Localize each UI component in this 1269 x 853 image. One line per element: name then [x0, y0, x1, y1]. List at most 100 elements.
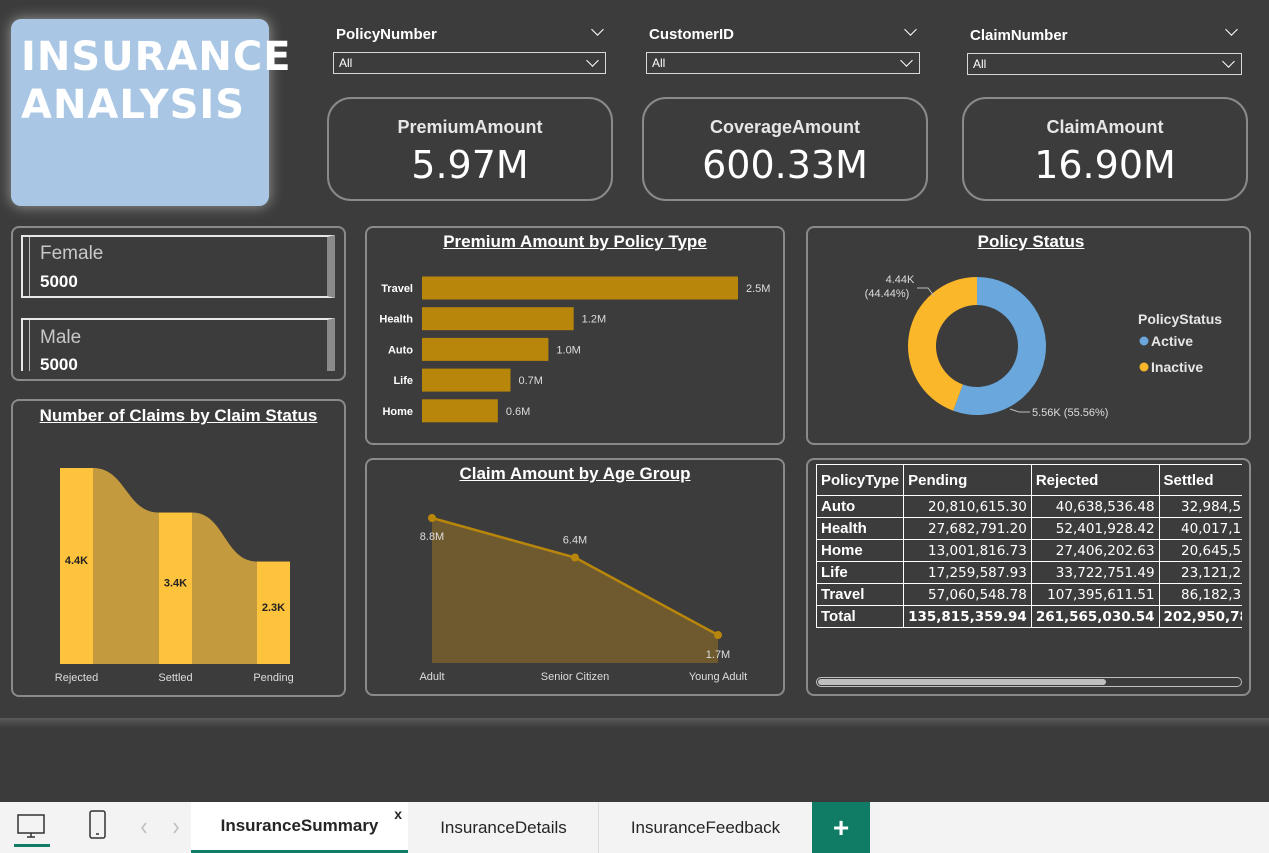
bar	[422, 399, 498, 423]
table-cell: 23,121,204	[1158, 561, 1242, 584]
horizontal-scrollbar[interactable]	[816, 677, 1242, 687]
category-label: Adult	[419, 671, 444, 683]
page-tab-bar: InsuranceSummary x InsuranceDetails Insu…	[0, 802, 1269, 853]
scrollbar-thumb[interactable]	[818, 679, 1106, 685]
legend-label: Inactive	[1151, 359, 1203, 375]
row-label: Total	[816, 605, 905, 628]
data-label: 1.0M	[556, 344, 580, 356]
tab-label: InsuranceDetails	[440, 817, 567, 837]
row-label: Travel	[816, 583, 905, 606]
category-label: Rejected	[55, 672, 98, 684]
bar	[422, 307, 574, 331]
ribbon	[192, 512, 257, 664]
premium-by-type-chart: Travel 2.5M Health 1.2M Auto 1.0M Life 0.7M Home…	[379, 276, 770, 423]
chevron-down-icon	[900, 54, 913, 67]
chevron-left-icon	[141, 822, 147, 834]
category-label: Pending	[253, 672, 293, 684]
chevron-down-icon	[586, 54, 599, 67]
table-row: Health 27,682,791.20 52,401,928.42 40,017,1…	[816, 517, 1242, 540]
column-header[interactable]: PolicyType	[816, 464, 905, 496]
kpi-claim-amount: ClaimAmount 16.90M	[962, 97, 1248, 201]
kpi-label: ClaimAmount	[1046, 117, 1164, 137]
table-row: Travel 57,060,548.78 107,395,611.51 86,182,…	[816, 583, 1242, 606]
table-cell: 202,950,786	[1158, 605, 1242, 628]
data-label: 1.7M	[706, 649, 730, 661]
data-label: 0.7M	[518, 375, 542, 387]
plus-icon: +	[832, 811, 850, 843]
dropdown-value: All	[652, 56, 666, 70]
canvas-margin	[0, 718, 1269, 802]
kpi-label: CoverageAmount	[709, 117, 861, 137]
table-header-row: PolicyType Pending Rejected Settled	[816, 464, 1242, 496]
data-label: 2.3K	[262, 602, 285, 614]
chevron-down-icon[interactable]	[904, 23, 917, 36]
chevron-down-icon[interactable]	[1225, 23, 1238, 36]
column-header[interactable]: Settled	[1158, 464, 1242, 496]
divider	[29, 237, 30, 296]
next-page-button[interactable]	[170, 820, 182, 836]
data-point	[571, 553, 579, 562]
add-page-button[interactable]: +	[812, 802, 870, 853]
gender-card-female[interactable]: Female 5000	[21, 235, 335, 298]
bar	[422, 337, 549, 361]
kpi-coverage-amount: CoverageAmount 600.33M	[642, 97, 928, 201]
table-cell: 33,722,751.49	[1030, 561, 1160, 584]
divider	[29, 320, 30, 371]
previous-page-button[interactable]	[138, 820, 150, 836]
mobile-view-button[interactable]	[86, 809, 110, 843]
table-cell: 135,815,359.94	[903, 605, 1032, 628]
slicer-label: ClaimNumber	[970, 27, 1068, 44]
legend-title: PolicyStatus	[1138, 311, 1222, 327]
chevron-down-icon[interactable]	[591, 23, 604, 36]
table-row: Home13,001,816.7327,406,202.6320,645,568	[816, 539, 1242, 562]
data-label: (44.44%)	[865, 288, 910, 300]
tab-insurance-feedback[interactable]: InsuranceFeedback	[600, 802, 811, 853]
table-cell: 52,401,928.42	[1030, 517, 1160, 540]
row-label: Auto	[816, 495, 905, 518]
close-tab-icon[interactable]: x	[394, 806, 402, 822]
data-label: 3.4K	[164, 577, 187, 589]
table-cell: 32,984,558	[1158, 495, 1242, 518]
tab-insurance-summary[interactable]: InsuranceSummary x	[191, 802, 408, 853]
desktop-icon	[14, 814, 50, 847]
gender-card-male[interactable]: Male 5000	[21, 318, 335, 374]
mobile-icon	[89, 810, 106, 839]
data-label: 6.4M	[563, 535, 587, 547]
desktop-view-button[interactable]	[12, 812, 52, 848]
kpi-value: 5.97M	[411, 143, 529, 187]
column-header[interactable]: Rejected	[1030, 464, 1160, 496]
claims-matrix[interactable]: PolicyType Pending Rejected Settled Auto 20,…	[816, 464, 1242, 632]
kpi-value: 600.33M	[702, 143, 868, 187]
gender-label: Female	[40, 243, 104, 264]
data-label: 8.8M	[420, 531, 444, 543]
legend-marker	[1139, 362, 1149, 372]
slicer-label: CustomerID	[649, 26, 735, 43]
kpi-premium-amount: PremiumAmount 5.97M	[327, 97, 613, 201]
chevron-right-icon	[173, 822, 179, 834]
policynumber-dropdown[interactable]: All	[333, 52, 606, 74]
category-label: Home	[382, 406, 413, 418]
premium-chart-title: Premium Amount by Policy Type	[443, 232, 707, 251]
category-label: Auto	[388, 344, 413, 356]
bar	[422, 276, 738, 300]
dropdown-value: All	[339, 56, 353, 70]
data-point	[428, 514, 436, 522]
tab-insurance-details[interactable]: InsuranceDetails	[409, 802, 599, 853]
data-point	[714, 630, 722, 639]
row-label: Life	[816, 561, 905, 584]
table-cell: 20,645,568	[1158, 539, 1242, 562]
data-label: 5.56K (55.56%)	[1032, 407, 1108, 419]
chevron-down-icon	[1222, 55, 1235, 68]
legend-marker	[1139, 336, 1149, 346]
table-cell: 27,406,202.63	[1030, 539, 1160, 562]
customerid-dropdown[interactable]: All	[646, 52, 920, 74]
ribbon	[93, 468, 159, 664]
column-header[interactable]: Pending	[903, 464, 1032, 496]
title-line-2: ANALYSIS	[21, 82, 246, 128]
category-label: Settled	[158, 672, 192, 684]
data-label: 2.5M	[746, 283, 770, 295]
claimnumber-dropdown[interactable]: All	[967, 53, 1242, 75]
legend-label: Active	[1151, 333, 1193, 349]
table-cell: 40,017,100	[1158, 517, 1242, 540]
report-title: INSURANCE ANALYSIS	[21, 33, 292, 129]
